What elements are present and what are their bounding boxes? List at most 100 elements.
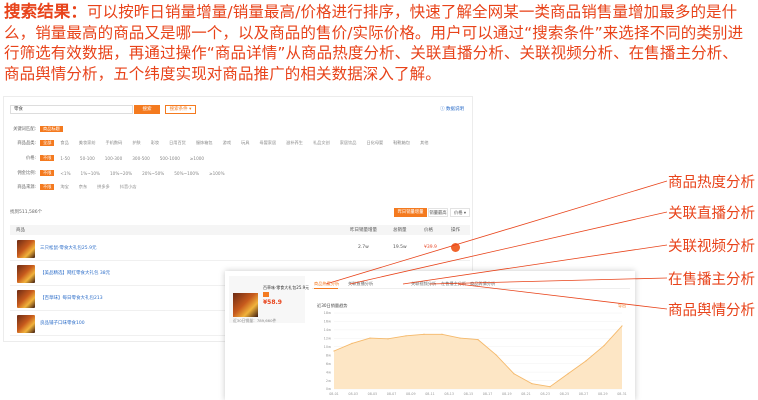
tab-sentiment-analysis[interactable]: 商品舆情分析	[470, 281, 495, 287]
product-title-link[interactable]: 三只松鼠·零食大礼包25.9元	[40, 245, 96, 251]
sort-top-sales-button[interactable]: 销量最高	[428, 208, 448, 217]
x-tick-label: 08-07	[387, 392, 397, 396]
annotation-live-analysis: 关联直播分析	[668, 206, 755, 222]
data-point	[333, 350, 335, 352]
product-title: 百草味·零食大礼包25.9元	[263, 285, 310, 290]
sales-area-fill	[334, 325, 622, 389]
filter-option[interactable]: 滋补养生	[286, 140, 303, 146]
sales-trend-chart: 0w 2w 4w 6w 8w 10w 12w 14w 16w 18w 08-01 08-03 08-05…	[324, 311, 627, 396]
filter-chip-selected[interactable]: 商品标题	[40, 125, 63, 133]
product-thumbnail	[233, 293, 258, 317]
filter-option[interactable]: 50%~100%	[174, 171, 199, 176]
filter-option[interactable]: 10%~20%	[110, 171, 132, 176]
tab-video-analysis[interactable]: 关联视频分析	[411, 281, 436, 287]
y-tick-label: 10w	[324, 345, 331, 349]
filter-option[interactable]: 礼品文创	[313, 140, 330, 146]
y-tick-label: 14w	[324, 328, 331, 332]
filter-row: 商品品类: 全部 食品 美妆家纺 手机数码 护肤 彩妆 日用百货 服饰箱包 游戏 玩具 母婴家居 滋补养…	[10, 139, 438, 147]
filter-row: 佣金比例: 不限 <1% 1%~10% 10%~20% 20%~50% 50%~100% ≥1…	[10, 169, 235, 177]
price: ¥39.9	[424, 245, 437, 250]
y-tick-label: 12w	[324, 337, 331, 341]
product-detail-icon[interactable]	[451, 243, 460, 252]
filter-option[interactable]: 日用百货	[169, 140, 186, 146]
data-point	[477, 339, 479, 341]
filter-option[interactable]: 游戏	[223, 140, 231, 146]
table-row[interactable]: 三只松鼠·零食大礼包25.9元 2.7w 19.5w ¥39.9	[10, 237, 470, 261]
filter-chip-selected[interactable]: 全部	[40, 139, 55, 147]
filter-option[interactable]: 拼多多	[97, 184, 110, 190]
data-point	[513, 373, 515, 375]
data-point	[387, 338, 389, 340]
filter-option[interactable]: 1%~10%	[81, 171, 100, 176]
product-30day-sales: 近30日销量：789,660件	[233, 318, 277, 323]
filter-chip-selected[interactable]: 不限	[40, 169, 55, 177]
intro-heading: 搜索结果：	[4, 2, 87, 21]
search-conditions-button[interactable]: 搜索条件 ▾	[165, 105, 196, 114]
data-point	[405, 335, 407, 337]
filter-option[interactable]: 50-100	[80, 156, 95, 161]
filter-option[interactable]: 护肤	[132, 140, 140, 146]
filter-label: 商品来源:	[17, 185, 36, 190]
filter-option[interactable]: 300-500	[132, 156, 150, 161]
filter-option[interactable]: 家居饮品	[340, 140, 357, 146]
filter-option[interactable]: 母婴家居	[259, 140, 276, 146]
product-title-link[interactable]: 良品铺子口味零食100	[40, 320, 85, 326]
filter-option[interactable]: 手机数码	[106, 140, 123, 146]
data-point	[549, 386, 551, 388]
filter-option[interactable]: 京东	[79, 184, 87, 190]
total-sales: 19.5w	[393, 245, 407, 250]
col-price: 价格	[424, 228, 433, 233]
x-tick-label: 08-27	[579, 392, 589, 396]
filter-option[interactable]: 食品	[60, 140, 68, 146]
filter-option[interactable]: 抖音小店	[120, 184, 137, 190]
filter-option[interactable]: 淘宝	[60, 184, 68, 190]
filter-option[interactable]: ≥100%	[209, 171, 224, 176]
filter-option[interactable]: 1-50	[60, 156, 70, 161]
x-tick-label: 08-17	[483, 392, 493, 396]
x-tick-label: 08-29	[598, 392, 608, 396]
product-title-link[interactable]: 【美品精选】网红零食大礼包 38元	[40, 270, 110, 276]
filter-option[interactable]: 其他	[420, 140, 428, 146]
filter-chip-selected[interactable]: 不限	[40, 183, 55, 191]
sort-price-select[interactable]: 价格 ▾	[450, 208, 470, 217]
search-button[interactable]: 搜索	[134, 105, 160, 114]
filter-option[interactable]: 20%~50%	[142, 171, 164, 176]
x-tick-label: 08-31	[617, 392, 627, 396]
product-thumbnail	[17, 290, 35, 308]
product-title-link[interactable]: 【百草味】每日零食大礼包213	[40, 295, 103, 301]
tab-live-analysis[interactable]: 关联直播分析	[348, 281, 373, 287]
data-point	[423, 333, 425, 335]
x-tick-label: 08-19	[502, 392, 512, 396]
analysis-tabs: 商品热度分析 关联直播分析 关联视频分析 在售播主分析 商品舆情分析	[312, 278, 630, 289]
filter-option[interactable]: 彩妆	[151, 140, 159, 146]
data-point	[621, 325, 623, 327]
x-tick-label: 08-05	[368, 392, 378, 396]
filter-chip-selected[interactable]: 不限	[40, 154, 55, 162]
data-point	[585, 360, 587, 362]
y-tick-label: 0w	[326, 387, 331, 391]
filter-option[interactable]: 美妆家纺	[79, 140, 96, 146]
data-point	[369, 337, 371, 339]
filter-option[interactable]: <1%	[60, 171, 70, 176]
product-thumbnail	[17, 265, 35, 283]
filter-option[interactable]: ≥1000	[190, 156, 204, 161]
filter-option[interactable]: 日化母婴	[366, 140, 383, 146]
tab-seller-analysis[interactable]: 在售播主分析	[441, 281, 466, 287]
filter-label: 关键词匹配:	[13, 127, 36, 132]
data-point	[531, 383, 533, 385]
y-tick-label: 8w	[326, 353, 331, 357]
col-yesterday: 昨日销量增量	[350, 228, 377, 233]
sort-yesterday-increase-button[interactable]: 昨日销量增量	[394, 208, 427, 217]
filter-option[interactable]: 玩具	[241, 140, 249, 146]
filter-option[interactable]: 服饰箱包	[196, 140, 213, 146]
data-explanation-link[interactable]: ⓘ 数据说明	[440, 106, 464, 112]
y-tick-label: 2w	[326, 379, 331, 383]
intro-text: 搜索结果：可以按昨日销量增量/销量最高/价格进行排序，快速了解全网某一类商品销售…	[4, 2, 749, 84]
filter-option[interactable]: 鞋靴箱包	[393, 140, 410, 146]
search-input[interactable]: 零食	[10, 105, 133, 114]
product-thumbnail	[17, 240, 35, 258]
tab-heat-analysis[interactable]: 商品热度分析	[314, 281, 339, 287]
filter-option[interactable]: 100-300	[105, 156, 123, 161]
x-tick-label: 08-23	[540, 392, 550, 396]
filter-option[interactable]: 500-1000	[160, 156, 180, 161]
